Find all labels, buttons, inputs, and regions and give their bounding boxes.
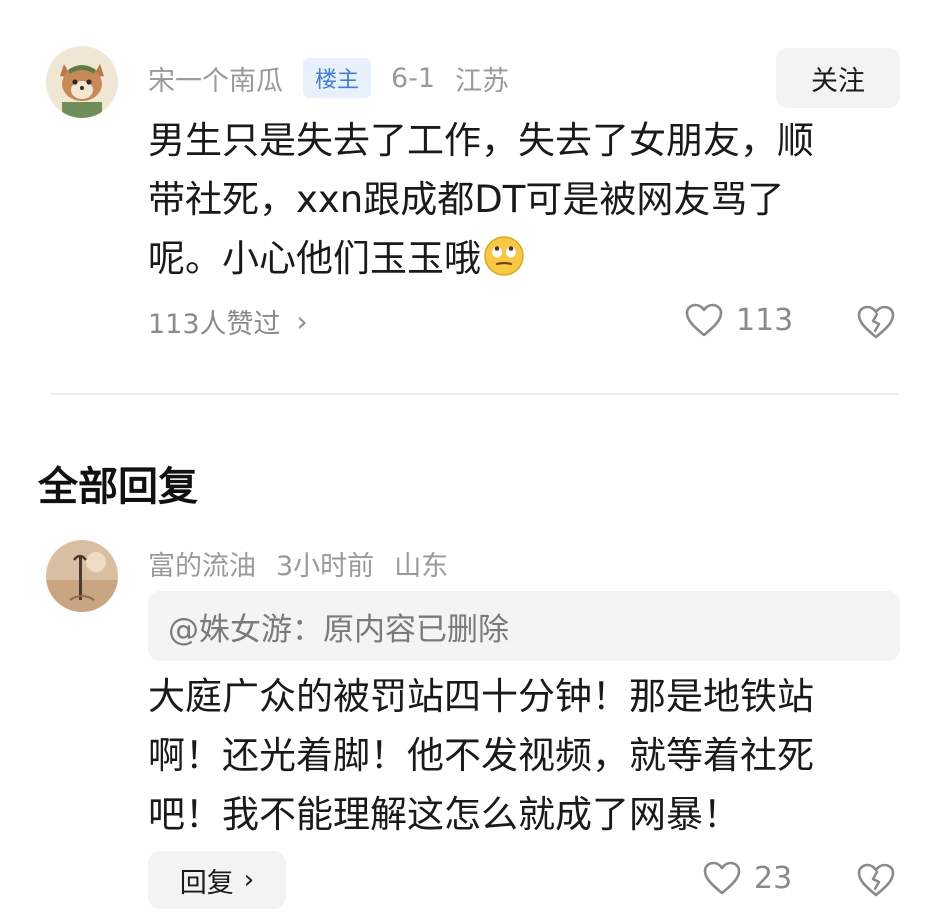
eye-roll-emoji-icon [484,236,524,276]
op-meta: 宋一个南瓜 楼主 6-1 江苏 [148,58,529,98]
likes-summary-text: 113人赞过 [148,309,281,340]
reply-time: 3小时前 [276,551,375,582]
reply-meta: 富的流油 3小时前 山东 [148,544,468,583]
op-comment-line-text: 呢。小心他们玉玉哦 [148,237,481,280]
op-comment-line: 男生只是失去了工作，失去了女朋友，顺 [148,119,814,162]
divider [50,393,898,395]
heart-icon [703,861,741,895]
likes-summary-link[interactable]: 113人赞过 › [148,302,308,341]
section-title: 全部回复 [38,464,198,510]
reply-username[interactable]: 富的流油 [148,544,256,583]
op-comment-line: 呢。小心他们玉玉哦 [148,229,814,288]
op-like-count: 113 [736,302,794,338]
reply-location: 山东 [394,551,449,582]
chevron-right-icon: › [296,305,308,338]
reply-like-button[interactable]: 23 [702,860,792,896]
quoted-reply[interactable]: @姝女游：原内容已删除 [148,591,900,661]
avatar[interactable] [46,540,118,612]
broken-heart-icon[interactable] [856,862,896,898]
op-date: 6-1 [391,62,436,94]
follow-button[interactable]: 关注 [776,48,900,108]
reply-comment-line: 大庭广众的被罚站四十分钟！那是地铁站 [148,675,814,718]
reply-button-label: 回复 [179,867,234,899]
op-location: 江苏 [455,65,510,97]
op-comment-line: 带社死，xxn跟成都DT可是被网友骂了 [148,178,785,221]
heart-icon [685,303,723,337]
op-badge: 楼主 [303,58,372,98]
avatar-fox-image [46,46,118,118]
reply-like-count: 23 [754,860,793,896]
op-username[interactable]: 宋一个南瓜 [148,59,283,98]
reply-button[interactable]: 回复 › [148,851,286,909]
op-like-button[interactable]: 113 [684,302,793,338]
avatar-landscape-image [46,540,118,612]
avatar[interactable] [46,46,118,118]
reply-comment-line: 啊！还光着脚！他不发视频，就等着社死 [148,734,814,777]
op-comment-text: 男生只是失去了工作，失去了女朋友，顺 带社死，xxn跟成都DT可是被网友骂了 呢… [148,111,814,288]
reply-comment-text: 大庭广众的被罚站四十分钟！那是地铁站 啊！还光着脚！他不发视频，就等着社死 吧！… [148,667,814,844]
reply-comment-line: 吧！我不能理解这怎么就成了网暴！ [148,793,740,836]
broken-heart-icon[interactable] [856,304,896,340]
chevron-right-icon: › [243,865,255,895]
